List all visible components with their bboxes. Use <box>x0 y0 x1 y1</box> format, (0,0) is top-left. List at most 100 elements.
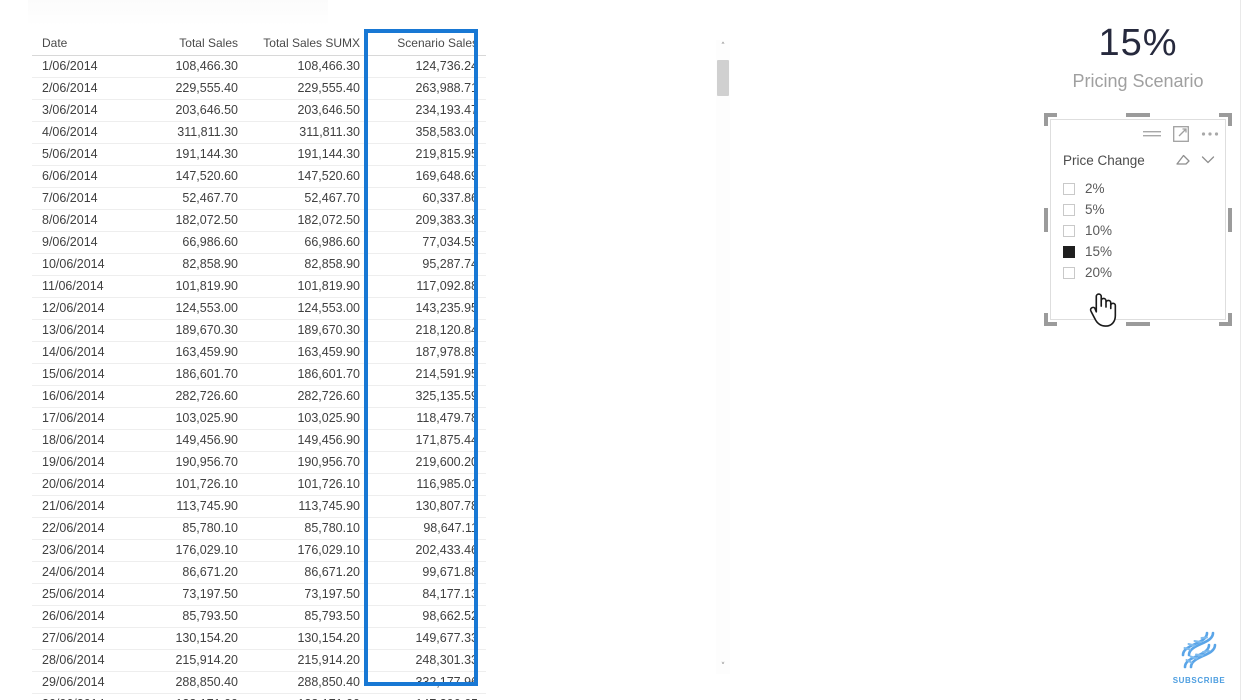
cell-date[interactable]: 5/06/2014 <box>32 143 128 166</box>
cell-total-sales[interactable]: 190,956.70 <box>128 451 246 474</box>
cell-total-sales-sumx[interactable]: 311,811.30 <box>246 121 368 144</box>
table-row[interactable]: 11/06/2014 101,819.90 101,819.90 117,092.88 <box>32 275 486 298</box>
slicer-item-15pct[interactable]: 15% <box>1063 241 1217 262</box>
table-row[interactable]: 20/06/2014 101,726.10 101,726.10 116,985.01 <box>32 473 486 496</box>
price-change-slicer[interactable]: Price Change 2% 5% 10% 15% 20% <box>1043 112 1233 327</box>
resize-handle-bottom-center[interactable] <box>1126 322 1150 326</box>
cell-total-sales-sumx[interactable]: 101,726.10 <box>246 473 368 496</box>
cell-scenario-sales[interactable]: 358,583.00 <box>368 121 486 144</box>
focus-mode-icon[interactable] <box>1173 126 1189 142</box>
table-row[interactable]: 18/06/2014 149,456.90 149,456.90 171,875.44 <box>32 429 486 452</box>
cell-total-sales[interactable]: 108,466.30 <box>128 55 246 78</box>
filter-icon[interactable] <box>1143 128 1161 140</box>
cell-date[interactable]: 14/06/2014 <box>32 341 128 364</box>
table-row[interactable]: 16/06/2014 282,726.60 282,726.60 325,135.59 <box>32 385 486 408</box>
cell-date[interactable]: 7/06/2014 <box>32 187 128 210</box>
cell-total-sales-sumx[interactable]: 128,171.00 <box>246 693 368 700</box>
cell-date[interactable]: 16/06/2014 <box>32 385 128 408</box>
cell-total-sales-sumx[interactable]: 85,793.50 <box>246 605 368 628</box>
cell-date[interactable]: 6/06/2014 <box>32 165 128 188</box>
slicer-item-20pct[interactable]: 20% <box>1063 262 1217 283</box>
cell-total-sales-sumx[interactable]: 282,726.60 <box>246 385 368 408</box>
cell-total-sales-sumx[interactable]: 229,555.40 <box>246 77 368 100</box>
column-header-total-sales-sumx[interactable]: Total Sales SUMX <box>246 34 368 56</box>
scroll-down-arrow-icon[interactable]: ˅ <box>716 660 730 674</box>
more-options-icon[interactable] <box>1201 131 1219 137</box>
cell-total-sales[interactable]: 147,520.60 <box>128 165 246 188</box>
cell-date[interactable]: 26/06/2014 <box>32 605 128 628</box>
cell-total-sales[interactable]: 85,780.10 <box>128 517 246 540</box>
resize-handle-middle-right[interactable] <box>1228 207 1232 232</box>
cell-total-sales[interactable]: 103,025.90 <box>128 407 246 430</box>
cell-scenario-sales[interactable]: 325,135.59 <box>368 385 486 408</box>
eraser-icon[interactable] <box>1175 153 1191 167</box>
page-scrollbar[interactable]: ˄ ˅ <box>716 40 730 674</box>
table-row[interactable]: 24/06/2014 86,671.20 86,671.20 99,671.88 <box>32 561 486 584</box>
cell-total-sales[interactable]: 86,671.20 <box>128 561 246 584</box>
table-row[interactable]: 25/06/2014 73,197.50 73,197.50 84,177.13 <box>32 583 486 606</box>
cell-scenario-sales[interactable]: 147,396.65 <box>368 693 486 700</box>
cell-date[interactable]: 17/06/2014 <box>32 407 128 430</box>
cell-total-sales-sumx[interactable]: 163,459.90 <box>246 341 368 364</box>
cell-total-sales[interactable]: 101,726.10 <box>128 473 246 496</box>
cell-total-sales-sumx[interactable]: 124,553.00 <box>246 297 368 320</box>
cell-total-sales[interactable]: 52,467.70 <box>128 187 246 210</box>
cell-date[interactable]: 24/06/2014 <box>32 561 128 584</box>
cell-total-sales[interactable]: 128,171.00 <box>128 693 246 700</box>
cell-scenario-sales[interactable]: 60,337.86 <box>368 187 486 210</box>
cell-total-sales-sumx[interactable]: 149,456.90 <box>246 429 368 452</box>
slicer-item-2pct[interactable]: 2% <box>1063 178 1217 199</box>
cell-date[interactable]: 28/06/2014 <box>32 649 128 672</box>
cell-total-sales[interactable]: 113,745.90 <box>128 495 246 518</box>
cell-total-sales-sumx[interactable]: 113,745.90 <box>246 495 368 518</box>
cell-date[interactable]: 19/06/2014 <box>32 451 128 474</box>
table-row[interactable]: 6/06/2014 147,520.60 147,520.60 169,648.69 <box>32 165 486 188</box>
table-row[interactable]: 13/06/2014 189,670.30 189,670.30 218,120.84 <box>32 319 486 342</box>
checkbox-unchecked-icon[interactable] <box>1063 224 1075 237</box>
table-row[interactable]: 8/06/2014 182,072.50 182,072.50 209,383.38 <box>32 209 486 232</box>
cell-total-sales[interactable]: 311,811.30 <box>128 121 246 144</box>
cell-date[interactable]: 15/06/2014 <box>32 363 128 386</box>
cell-total-sales-sumx[interactable]: 103,025.90 <box>246 407 368 430</box>
cell-total-sales-sumx[interactable]: 73,197.50 <box>246 583 368 606</box>
cell-total-sales-sumx[interactable]: 52,467.70 <box>246 187 368 210</box>
cell-scenario-sales[interactable]: 118,479.78 <box>368 407 486 430</box>
cell-total-sales[interactable]: 149,456.90 <box>128 429 246 452</box>
cell-total-sales-sumx[interactable]: 82,858.90 <box>246 253 368 276</box>
cell-total-sales-sumx[interactable]: 182,072.50 <box>246 209 368 232</box>
cell-total-sales[interactable]: 203,646.50 <box>128 99 246 122</box>
cell-total-sales[interactable]: 130,154.20 <box>128 627 246 650</box>
table-row[interactable]: 30/06/2014128,171.00128,171.00147,396.65 <box>32 693 486 700</box>
cell-date[interactable]: 23/06/2014 <box>32 539 128 562</box>
resize-handle-top-right[interactable] <box>1219 113 1232 126</box>
pricing-scenario-card[interactable]: 15% Pricing Scenario <box>1040 20 1236 94</box>
cell-date[interactable]: 4/06/2014 <box>32 121 128 144</box>
cell-total-sales-sumx[interactable]: 130,154.20 <box>246 627 368 650</box>
sales-matrix-visual[interactable]: Date Total Sales Total Sales SUMX Scenar… <box>32 34 486 700</box>
cell-scenario-sales[interactable]: 171,875.44 <box>368 429 486 452</box>
cell-scenario-sales[interactable]: 263,988.71 <box>368 77 486 100</box>
resize-handle-top-center[interactable] <box>1126 113 1150 117</box>
table-row[interactable]: 1/06/2014 108,466.30 108,466.30 124,736.24 <box>32 55 486 78</box>
cell-date[interactable]: 12/06/2014 <box>32 297 128 320</box>
cell-scenario-sales[interactable]: 149,677.33 <box>368 627 486 650</box>
cell-scenario-sales[interactable]: 187,978.89 <box>368 341 486 364</box>
cell-date[interactable]: 2/06/2014 <box>32 77 128 100</box>
cell-scenario-sales[interactable]: 130,807.78 <box>368 495 486 518</box>
cell-date[interactable]: 11/06/2014 <box>32 275 128 298</box>
cell-total-sales[interactable]: 124,553.00 <box>128 297 246 320</box>
cell-scenario-sales[interactable]: 219,600.20 <box>368 451 486 474</box>
checkbox-checked-icon[interactable] <box>1063 245 1075 258</box>
checkbox-unchecked-icon[interactable] <box>1063 266 1075 279</box>
cell-date[interactable]: 20/06/2014 <box>32 473 128 496</box>
table-row[interactable]: 22/06/2014 85,780.10 85,780.10 98,647.11 <box>32 517 486 540</box>
cell-date[interactable]: 21/06/2014 <box>32 495 128 518</box>
cell-total-sales[interactable]: 163,459.90 <box>128 341 246 364</box>
cell-total-sales[interactable]: 191,144.30 <box>128 143 246 166</box>
cell-date[interactable]: 22/06/2014 <box>32 517 128 540</box>
column-header-date[interactable]: Date <box>32 34 128 56</box>
cell-total-sales-sumx[interactable]: 86,671.20 <box>246 561 368 584</box>
cell-total-sales-sumx[interactable]: 147,520.60 <box>246 165 368 188</box>
resize-handle-middle-left[interactable] <box>1044 207 1048 232</box>
cell-total-sales-sumx[interactable]: 186,601.70 <box>246 363 368 386</box>
